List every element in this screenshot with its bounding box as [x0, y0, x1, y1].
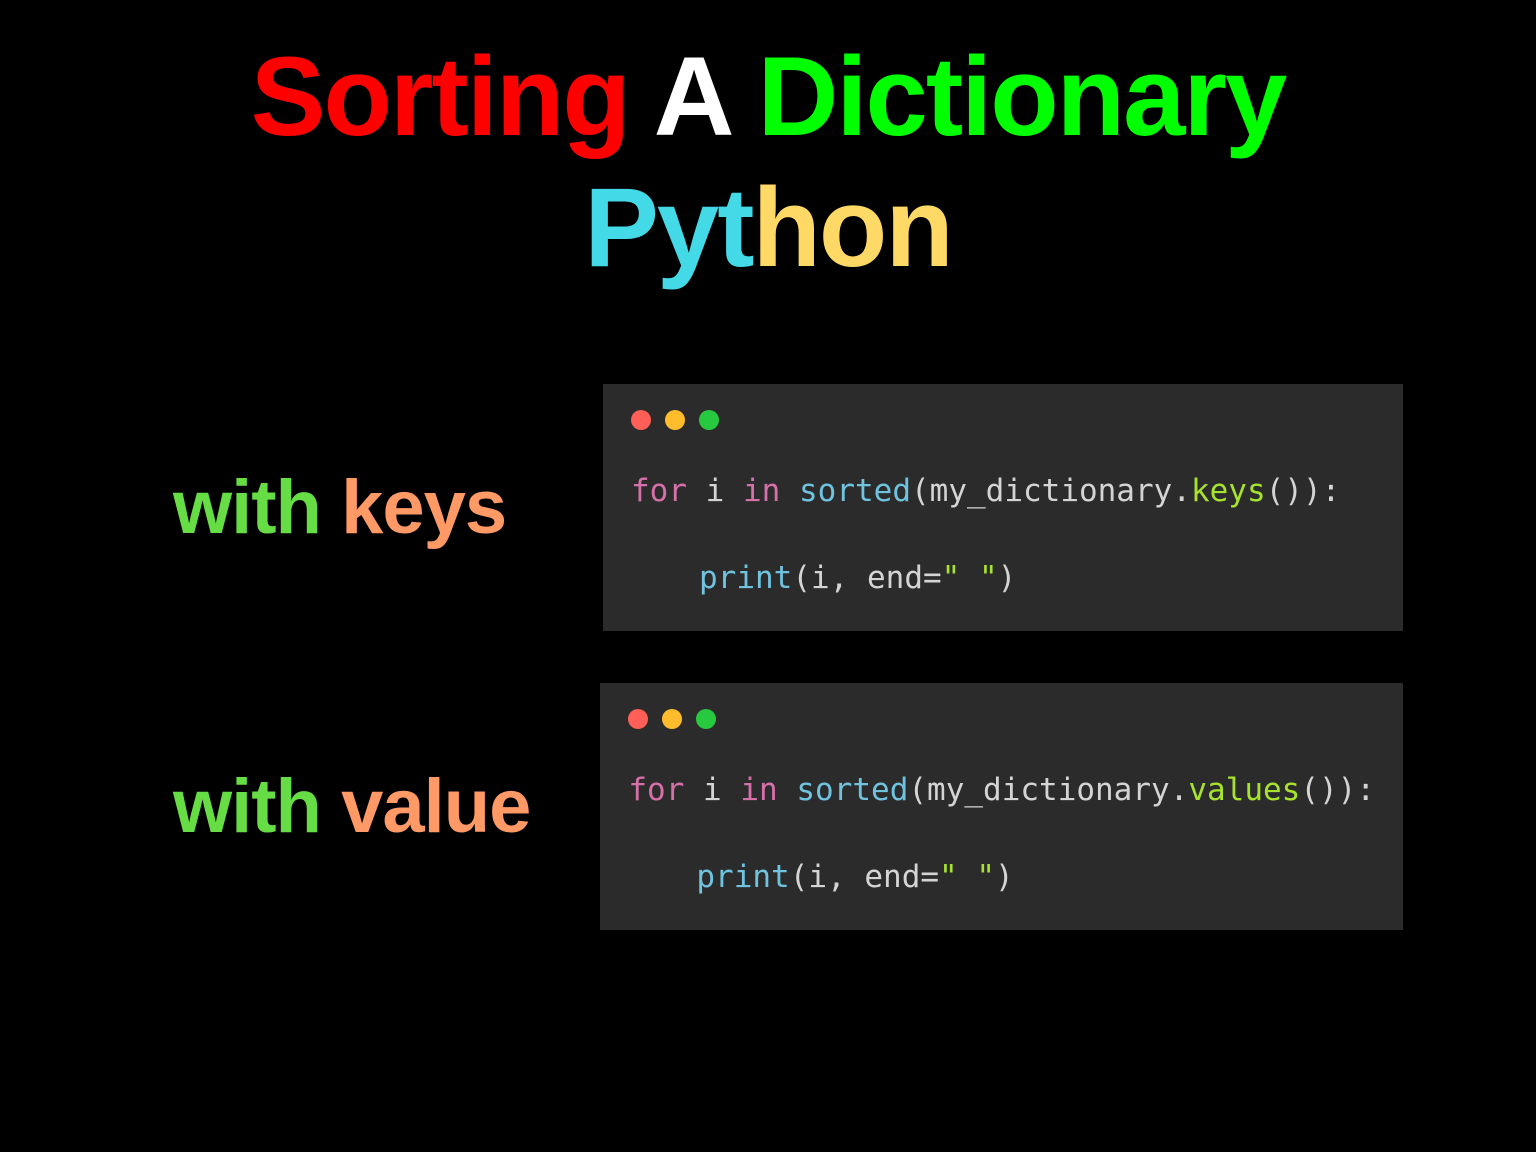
- window-close-icon: [628, 709, 648, 729]
- window-minimize-icon: [665, 410, 685, 430]
- code-window-keys: for i in sorted(my_dictionary.keys()): p…: [603, 384, 1403, 631]
- title-block: Sorting A Dictionary Python: [133, 35, 1403, 289]
- code-line-1: for i in sorted(my_dictionary.values()):: [628, 767, 1375, 814]
- code-line-2: print(i, end=" "): [631, 555, 1375, 602]
- window-maximize-icon: [699, 410, 719, 430]
- window-close-icon: [631, 410, 651, 430]
- title-word-pyt: Pyt: [584, 165, 752, 290]
- label-with-2: with: [173, 764, 341, 849]
- title-line-1: Sorting A Dictionary: [133, 35, 1403, 158]
- traffic-lights: [628, 709, 1375, 729]
- code-window-values: for i in sorted(my_dictionary.values()):…: [600, 683, 1403, 930]
- slide-container: Sorting A Dictionary Python with keys fo…: [133, 0, 1403, 952]
- code-line-2: print(i, end=" "): [628, 854, 1375, 901]
- label-with-value: with value: [133, 763, 600, 850]
- label-with-keys: with keys: [133, 464, 603, 551]
- code-line-1: for i in sorted(my_dictionary.keys()):: [631, 468, 1375, 515]
- window-maximize-icon: [696, 709, 716, 729]
- row-with-keys: with keys for i in sorted(my_dictionary.…: [133, 384, 1403, 631]
- title-word-sorting: Sorting: [251, 34, 629, 159]
- label-keys: keys: [341, 465, 506, 550]
- title-word-dictionary: Dictionary: [758, 34, 1286, 159]
- label-value: value: [341, 764, 530, 849]
- title-line-2: Python: [133, 166, 1403, 289]
- label-with-1: with: [173, 465, 341, 550]
- row-with-value: with value for i in sorted(my_dictionary…: [133, 683, 1403, 930]
- window-minimize-icon: [662, 709, 682, 729]
- traffic-lights: [631, 410, 1375, 430]
- title-word-a: A: [654, 34, 729, 159]
- title-word-hon: hon: [753, 165, 952, 290]
